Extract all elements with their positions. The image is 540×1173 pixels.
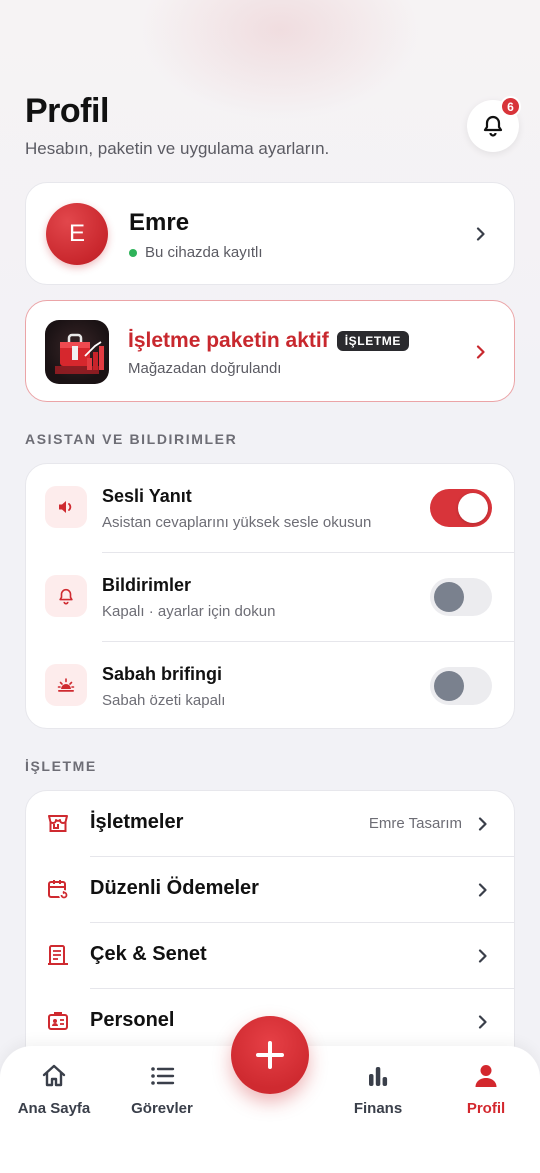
profile-status: Bu cihazda kayıtlı [129, 244, 263, 261]
package-subtitle: Mağazadan doğrulandı [128, 360, 282, 377]
business-label: Personel [90, 1009, 175, 1031]
avatar: E [46, 203, 108, 265]
chevron-right-icon [476, 345, 485, 359]
bell-icon [45, 575, 87, 617]
business-row-recurring-payments[interactable]: Düzenli Ödemeler [26, 857, 516, 923]
tab-tasks[interactable]: Görevler [108, 1062, 216, 1117]
setting-row-voice-reply[interactable]: Sesli Yanıt Asistan cevaplarını yüksek s… [26, 464, 516, 552]
section-label-assistant: ASISTAN VE BILDIRIMLER [25, 431, 238, 447]
package-card[interactable]: İşletme paketin aktif İŞLETME Mağazadan … [25, 300, 515, 402]
setting-subtitle: Kapalı · ayarlar için dokun [102, 603, 276, 620]
setting-row-notifications[interactable]: Bildirimler Kapalı · ayarlar için dokun [26, 553, 516, 641]
page-subtitle: Hesabın, paketin ve uygulama ayarların. [25, 139, 330, 158]
profile-status-text: Bu cihazda kayıtlı [145, 244, 263, 261]
chevron-right-icon [478, 1015, 487, 1029]
notification-badge: 6 [500, 96, 521, 117]
business-value: Emre Tasarım [368, 815, 462, 832]
tab-label: Finans [353, 1100, 403, 1117]
profile-name: Emre [129, 209, 190, 236]
tab-home[interactable]: Ana Sayfa [0, 1062, 108, 1117]
chevron-right-icon [478, 949, 487, 963]
toggle-knob [458, 493, 488, 523]
setting-row-morning-briefing[interactable]: Sabah brifingi Sabah özeti kapalı [26, 642, 516, 730]
page-header: Profil Hesabın, paketin ve uygulama ayar… [25, 92, 329, 159]
calendar-repeat-icon [48, 880, 69, 900]
business-row-checks-notes[interactable]: Çek & Senet [26, 923, 516, 989]
package-title-row: İşletme paketin aktif İŞLETME [128, 329, 409, 353]
speaker-icon [45, 486, 87, 528]
status-dot [129, 248, 137, 257]
section-label-business: İŞLETME [25, 758, 97, 774]
home-icon [42, 1064, 66, 1087]
setting-subtitle: Asistan cevaplarını yüksek sesle okusun [102, 514, 372, 531]
business-label: Düzenli Ödemeler [90, 877, 259, 899]
assistant-settings-card: Sesli Yanıt Asistan cevaplarını yüksek s… [25, 463, 515, 729]
tab-label: Ana Sayfa [17, 1100, 91, 1117]
setting-title: Bildirimler [102, 575, 192, 595]
id-badge-icon [48, 1012, 68, 1030]
tab-finance[interactable]: Finans [324, 1062, 432, 1117]
voice-reply-toggle[interactable] [430, 489, 492, 527]
bar-chart-icon [369, 1067, 388, 1086]
notifications-button[interactable]: 6 [467, 96, 521, 152]
setting-subtitle: Sabah özeti kapalı [102, 692, 226, 709]
profile-card[interactable]: E Emre Bu cihazda kayıtlı [25, 182, 515, 285]
plus-icon [256, 1041, 284, 1069]
add-button[interactable] [231, 1016, 309, 1094]
toggle-knob [434, 582, 464, 612]
sunrise-icon [45, 664, 87, 706]
tab-label: Profil [466, 1100, 506, 1117]
notifications-toggle[interactable] [430, 578, 492, 616]
store-icon [48, 815, 68, 832]
business-label: İşletmeler [90, 811, 184, 833]
tab-profile[interactable]: Profil [432, 1062, 540, 1117]
chevron-right-icon [478, 883, 487, 897]
person-icon [475, 1065, 497, 1087]
toggle-knob [434, 671, 464, 701]
bell-icon [483, 115, 503, 137]
business-label: Çek & Senet [90, 943, 207, 965]
chevron-right-icon [478, 817, 487, 831]
setting-title: Sesli Yanıt [102, 486, 192, 506]
package-tag: İŞLETME [336, 331, 409, 351]
chevron-right-icon [476, 227, 485, 241]
setting-title: Sabah brifingi [102, 664, 223, 684]
package-title: İşletme paketin aktif [128, 329, 329, 352]
list-icon [151, 1067, 175, 1085]
morning-briefing-toggle[interactable] [430, 667, 492, 705]
receipt-icon [48, 945, 68, 965]
business-package-icon [45, 320, 109, 384]
page-title: Profil [25, 92, 109, 130]
business-row-businesses[interactable]: İşletmeler Emre Tasarım [26, 791, 516, 857]
tab-label: Görevler [131, 1100, 193, 1117]
